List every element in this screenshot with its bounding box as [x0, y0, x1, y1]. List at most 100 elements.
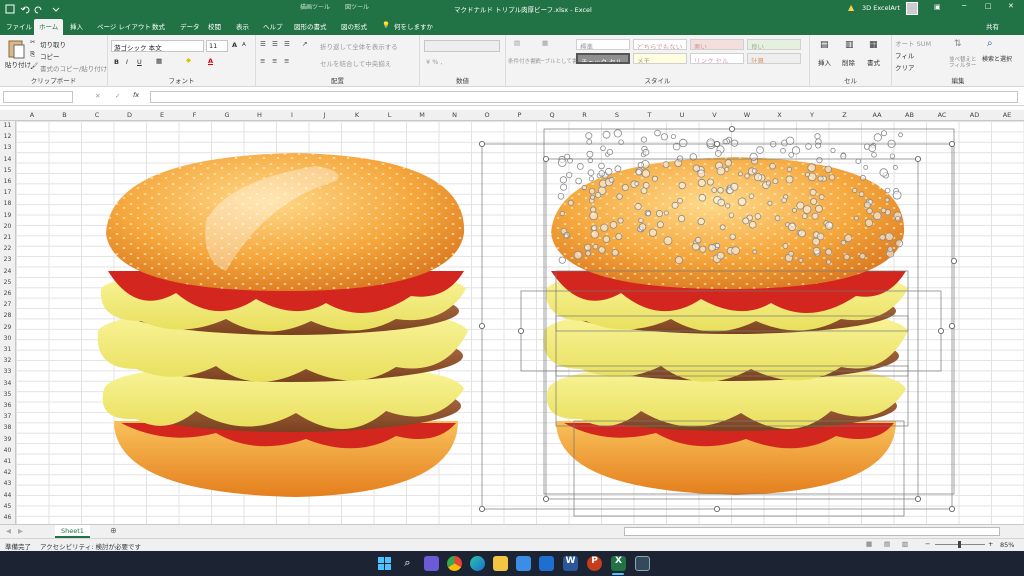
row-header[interactable]: 18	[0, 200, 15, 207]
column-header[interactable]: U	[666, 111, 698, 119]
excel-icon[interactable]: X	[611, 556, 626, 571]
font-color-icon[interactable]: A	[208, 57, 213, 65]
row-header[interactable]: 35	[0, 391, 15, 398]
row-header[interactable]: 42	[0, 469, 15, 476]
seed-selection-handle[interactable]	[615, 233, 623, 241]
seed-selection-handle[interactable]	[617, 217, 624, 224]
seed-selection-handle[interactable]	[591, 225, 598, 232]
powerpoint-icon[interactable]: P	[587, 556, 602, 571]
row-header[interactable]: 40	[0, 447, 15, 454]
seed-selection-handle[interactable]	[656, 221, 664, 229]
seed-selection-handle[interactable]	[748, 221, 757, 229]
seed-selection-handle[interactable]	[826, 259, 832, 265]
seed-selection-handle[interactable]	[780, 147, 786, 154]
seed-selection-handle[interactable]	[737, 197, 747, 206]
seed-selection-handle[interactable]	[787, 222, 797, 232]
sort-filter-button[interactable]: 並べ替えとフィルター	[949, 57, 979, 69]
seed-selection-handle[interactable]	[584, 243, 592, 251]
seed-selection-handle[interactable]	[852, 187, 858, 194]
tab-view[interactable]: 表示	[236, 21, 249, 31]
cut-button[interactable]: 切り取り	[40, 39, 66, 49]
seed-selection-handle[interactable]	[864, 218, 874, 227]
conditional-format-icon[interactable]: ▤	[514, 39, 520, 47]
insert-cells-icon[interactable]: ▤	[820, 40, 829, 50]
seed-selection-handle[interactable]	[691, 242, 700, 251]
seed-selection-handle[interactable]	[602, 130, 611, 139]
resize-handle[interactable]	[949, 505, 956, 512]
seed-selection-handle[interactable]	[817, 175, 824, 182]
fill-color-icon[interactable]: ◆	[186, 56, 191, 64]
seed-selection-handle[interactable]	[802, 205, 812, 214]
row-header[interactable]: 24	[0, 268, 15, 275]
column-header[interactable]: AE	[991, 111, 1023, 119]
seed-selection-handle[interactable]	[854, 215, 859, 221]
seed-selection-handle[interactable]	[844, 234, 853, 243]
row-header[interactable]: 34	[0, 380, 15, 387]
seed-selection-handle[interactable]	[609, 221, 618, 229]
column-header[interactable]: E	[146, 111, 178, 119]
seed-selection-handle[interactable]	[855, 158, 861, 164]
seed-selection-handle[interactable]	[660, 133, 669, 141]
seed-selection-handle[interactable]	[559, 210, 565, 217]
formula-input[interactable]	[150, 91, 1018, 103]
seed-selection-handle[interactable]	[600, 145, 606, 152]
tab-formulas[interactable]: 数式	[152, 21, 165, 31]
resize-handle[interactable]	[915, 495, 922, 502]
seed-selection-handle[interactable]	[872, 211, 882, 221]
align-center-icon[interactable]: ≡	[272, 57, 277, 65]
seed-selection-handle[interactable]	[585, 132, 593, 140]
seed-selection-handle[interactable]	[816, 232, 825, 241]
seed-selection-handle[interactable]	[748, 193, 755, 200]
autosum-button[interactable]: オート SUM	[895, 38, 931, 48]
row-header[interactable]: 28	[0, 312, 15, 319]
seed-selection-handle[interactable]	[754, 213, 762, 220]
seed-selection-handle[interactable]	[605, 167, 613, 176]
row-header[interactable]: 38	[0, 424, 15, 431]
seed-selection-handle[interactable]	[725, 203, 731, 209]
seed-selection-handle[interactable]	[858, 191, 865, 198]
seed-selection-handle[interactable]	[670, 134, 676, 140]
paste-button[interactable]: 貼り付け	[5, 59, 31, 69]
seed-selection-handle[interactable]	[676, 155, 684, 162]
resize-handle[interactable]	[949, 140, 956, 147]
row-header[interactable]: 41	[0, 458, 15, 465]
format-painter-button[interactable]: 書式のコピー/貼り付け	[40, 63, 107, 73]
seed-selection-handle[interactable]	[587, 169, 595, 176]
seed-selection-handle[interactable]	[706, 178, 714, 186]
font-grow-button[interactable]: A	[232, 41, 237, 49]
seed-selection-handle[interactable]	[798, 229, 806, 238]
maximize-button[interactable]: □	[985, 2, 992, 10]
format-cells-icon[interactable]: ▦	[869, 40, 878, 50]
seed-selection-handle[interactable]	[588, 176, 595, 182]
windows-start-icon[interactable]	[377, 556, 392, 571]
seed-selection-handle[interactable]	[895, 239, 904, 248]
seed-selection-handle[interactable]	[871, 151, 877, 158]
seed-selection-handle[interactable]	[722, 138, 728, 145]
find-select-button[interactable]: 検索と選択	[982, 57, 1012, 63]
resize-handle[interactable]	[938, 327, 945, 334]
store-icon[interactable]	[516, 556, 531, 571]
row-header[interactable]: 29	[0, 324, 15, 331]
align-left-icon[interactable]: ≡	[260, 57, 265, 65]
row-header[interactable]: 32	[0, 357, 15, 364]
seed-selection-handle[interactable]	[895, 215, 901, 222]
row-header[interactable]: 15	[0, 167, 15, 174]
tab-shape-format[interactable]: 図形の書式	[294, 21, 327, 31]
clear-button[interactable]: クリア	[895, 62, 915, 72]
insert-cells-button[interactable]: 挿入	[818, 57, 831, 67]
seed-selection-handle[interactable]	[563, 233, 569, 239]
seed-selection-handle[interactable]	[879, 168, 888, 177]
style-neutral[interactable]: どちらでもない	[633, 39, 687, 50]
column-header[interactable]: L	[374, 111, 406, 119]
seed-selection-handle[interactable]	[699, 245, 707, 253]
avatar[interactable]	[906, 2, 918, 15]
style-calculation[interactable]: 計算	[747, 53, 801, 64]
seed-selection-handle[interactable]	[598, 170, 606, 177]
seed-selection-handle[interactable]	[805, 172, 811, 178]
seed-selection-handle[interactable]	[589, 211, 598, 221]
seed-selection-handle[interactable]	[614, 165, 622, 173]
column-header[interactable]: D	[114, 111, 146, 119]
name-box[interactable]	[3, 91, 73, 103]
seed-selection-handle[interactable]	[557, 158, 567, 167]
align-middle-icon[interactable]: ☰	[272, 40, 278, 48]
